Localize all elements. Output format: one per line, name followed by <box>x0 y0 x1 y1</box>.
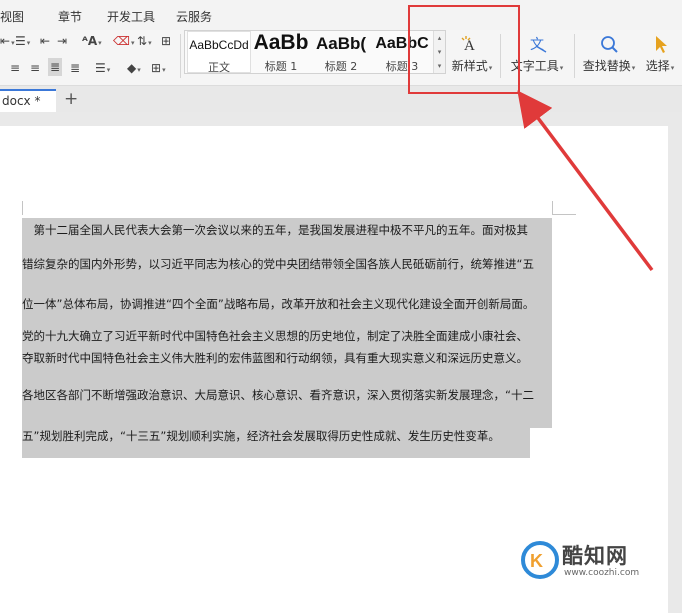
style-name: 标题 2 <box>324 60 358 73</box>
find-replace-button[interactable]: 查找替换▾ <box>578 32 640 76</box>
chevron-down-icon: ▾ <box>148 39 152 47</box>
list-indent-icon: ⇤ <box>0 34 11 48</box>
paragraph-line: 第十二届全国人民代表大会第一次会议以来的五年，是我国发展进程中极不平凡的五年。面… <box>22 223 528 237</box>
table-button[interactable]: ⊞ <box>161 33 171 49</box>
table-icon: ⊞ <box>161 34 172 48</box>
sort-icon: ⇅ <box>137 34 148 48</box>
border-icon: ⊞ <box>151 61 162 75</box>
chevron-down-icon: ▾ <box>137 66 141 74</box>
shading-dropdown[interactable]: ◆▾ <box>127 60 141 78</box>
line-spacing-dropdown[interactable]: ☰▾ <box>95 60 110 78</box>
document-tab[interactable]: docx * <box>0 89 56 112</box>
justify-icon: ≣ <box>50 60 61 74</box>
menu-cloud-service[interactable]: 云服务 <box>176 8 212 25</box>
add-tab-icon[interactable]: + <box>64 89 78 109</box>
paint-bucket-icon: ◆ <box>127 61 137 75</box>
watermark-url: www.coozhi.com <box>564 568 640 578</box>
ribbon-separator <box>574 34 575 78</box>
annotation-highlight-box <box>408 5 520 94</box>
paragraph-line: 五”规划胜利完成，“十三五”规划顺利实施，经济社会发展取得历史性成就、发生历史性… <box>22 429 500 443</box>
borders-dropdown[interactable]: ⊞▾ <box>151 60 166 78</box>
style-name: 正文 <box>208 61 230 74</box>
selected-text-block[interactable]: 第十二届全国人民代表大会第一次会议以来的五年，是我国发展进程中极不平凡的五年。面… <box>22 215 552 458</box>
clear-format-button[interactable]: ⌫▾ <box>113 33 134 51</box>
style-heading-2[interactable]: AaBb( 标题 2 <box>311 31 371 73</box>
style-sample: AaBbCcDd <box>189 38 249 52</box>
line-spacing-icon: ☰ <box>95 61 106 75</box>
find-replace-label: 查找替换▾ <box>582 59 636 73</box>
style-sample: AaBb( <box>315 34 367 53</box>
indent-icon: ⇥ <box>57 34 68 48</box>
svg-text:K: K <box>530 551 543 571</box>
cursor-arrow-icon <box>640 34 680 54</box>
numbered-list-icon: ☰ <box>15 34 26 48</box>
watermark-brand: 酷知网 <box>562 544 628 568</box>
document-tab-bar: docx * + <box>0 86 682 112</box>
style-normal[interactable]: AaBbCcDd 正文 <box>187 31 251 74</box>
select-label: 选择▾ <box>645 59 675 73</box>
chevron-down-icon: ▾ <box>559 64 564 72</box>
chevron-down-icon: ▾ <box>631 64 636 72</box>
menu-view[interactable]: 视图 <box>0 8 24 25</box>
ribbon-separator <box>180 34 181 78</box>
align-right-button[interactable]: ≡ <box>30 60 40 76</box>
margin-mark <box>22 201 23 215</box>
text-direction-dropdown[interactable]: ᴬA▾ <box>82 33 102 51</box>
indent-dropdown[interactable]: ⇤▾ <box>0 33 15 51</box>
margin-mark <box>552 201 553 215</box>
paragraph-line: 夺取新时代中国特色社会主义伟大胜利的宏伟蓝图和行动纲领，具有重大现实意义和深远历… <box>22 351 528 365</box>
style-name: 标题 1 <box>264 60 298 73</box>
coozhi-logo-icon: K <box>521 541 559 579</box>
outdent-icon: ⇤ <box>40 34 51 48</box>
justify-button[interactable]: ≣ <box>48 58 63 76</box>
distribute-icon: ≣ <box>70 61 81 75</box>
chevron-down-icon: ▾ <box>106 66 111 74</box>
align-center-button[interactable]: ≡ <box>10 60 20 76</box>
magnifier-icon <box>578 34 640 54</box>
distributed-align-button[interactable]: ≣ <box>70 60 80 76</box>
style-sample: AaBb <box>253 31 309 54</box>
sort-button[interactable]: ⇅▾ <box>137 33 152 51</box>
chevron-down-icon: ▾ <box>98 39 102 47</box>
align-right-icon: ≡ <box>30 61 41 75</box>
paragraph-line: 各地区各部门不断增强政治意识、大局意识、核心意识、看齐意识，深入贯彻落实新发展理… <box>22 388 534 402</box>
numbered-list-dropdown[interactable]: ☰▾ <box>15 33 30 51</box>
select-button[interactable]: 选择▾ <box>640 32 680 76</box>
decrease-indent-button[interactable]: ⇤ <box>40 33 50 49</box>
ribbon-toolbar: ⇤▾ ☰▾ ⇤ ⇥ ᴬA▾ ⌫▾ ⇅▾ ⊞ ≡ ≡ ≣ ≣ ☰▾ ◆▾ ⊞▾ A… <box>0 30 682 86</box>
chevron-down-icon: ▾ <box>162 66 166 74</box>
chevron-down-icon: ▾ <box>26 39 31 47</box>
margin-mark <box>552 214 576 215</box>
paragraph-line: 错综复杂的国内外形势，以习近平同志为核心的党中央团结带领全国各族人民砥砺前行，统… <box>22 257 534 271</box>
menu-bar: 视图 章节 开发工具 云服务 <box>0 0 682 30</box>
style-heading-1[interactable]: AaBb 标题 1 <box>251 31 311 73</box>
menu-chapter[interactable]: 章节 <box>58 8 82 25</box>
increase-indent-button[interactable]: ⇥ <box>57 33 67 49</box>
text-direction-icon: ᴬA <box>82 34 98 48</box>
paragraph-line: 位一体”总体布局，协调推进“四个全面”战略布局，改革开放和社会主义现代化建设全面… <box>22 297 535 311</box>
menu-developer-tools[interactable]: 开发工具 <box>107 8 155 25</box>
chevron-down-icon: ▾ <box>670 64 675 72</box>
clear-format-icon: ⌫ <box>113 34 130 48</box>
chevron-down-icon: ▾ <box>130 39 135 47</box>
paragraph-line: 党的十九大确立了习近平新时代中国特色社会主义思想的历史地位，制定了决胜全面建成小… <box>22 329 528 343</box>
align-center-icon: ≡ <box>10 61 21 75</box>
style-gallery: AaBbCcDd 正文 AaBb 标题 1 AaBb( 标题 2 AaBbC 标… <box>184 30 446 74</box>
site-watermark: K 酷知网 www.coozhi.com <box>520 538 670 584</box>
